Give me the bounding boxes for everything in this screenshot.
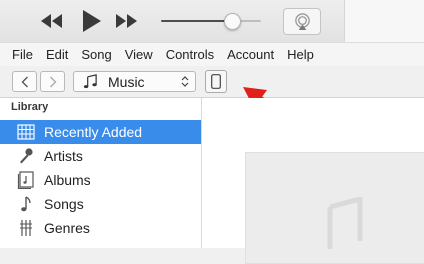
chevron-up-down-icon [181,76,189,87]
device-button[interactable] [205,70,227,93]
volume-slider[interactable] [161,10,261,32]
chevron-right-icon [50,76,57,88]
airplay-button[interactable] [283,8,321,35]
play-icon [83,10,101,32]
sidebar-item-label: Songs [44,196,84,212]
sidebar-item-albums[interactable]: Albums [0,168,201,192]
menu-view[interactable]: View [125,47,153,62]
volume-thumb[interactable] [224,13,241,30]
sidebar-item-recently-added[interactable]: Recently Added [0,120,201,144]
navigation-bar: Music [0,66,424,98]
status-display [344,0,424,42]
media-kind-select[interactable]: Music [73,71,196,92]
sidebar-item-songs[interactable]: Songs [0,192,201,216]
volume-track-filled [161,20,231,22]
sidebar-item-genres[interactable]: Genres [0,216,201,240]
media-kind-label: Music [108,74,145,90]
library-header: Library [11,101,49,113]
airplay-icon [295,13,310,31]
music-note-icon [327,197,363,249]
content-area [202,98,424,264]
menu-bar: File Edit Song View Controls Account Hel… [0,42,424,66]
player-toolbar [0,0,424,42]
menu-help[interactable]: Help [287,47,314,62]
sidebar-item-artists[interactable]: Artists [0,144,201,168]
guitar-icon [20,220,32,236]
fast-forward-icon [116,14,137,28]
forward-button[interactable] [40,71,65,92]
music-note-icon [21,196,31,212]
iphone-icon [211,74,221,89]
next-track-button[interactable] [114,8,140,34]
back-button[interactable] [12,71,37,92]
album-icon [17,171,34,189]
rewind-icon [41,14,62,28]
grid-icon [17,124,35,140]
sidebar-item-label: Artists [44,148,83,164]
play-button[interactable] [77,7,105,35]
album-artwork-placeholder[interactable] [245,152,424,264]
menu-account[interactable]: Account [227,47,274,62]
chevron-left-icon [21,76,28,88]
sidebar-item-label: Albums [44,172,91,188]
sidebar-item-label: Recently Added [44,124,143,140]
microphone-icon [20,148,33,164]
library-sidebar: Library Recently Added Artists Albums So… [0,98,202,248]
menu-song[interactable]: Song [81,47,111,62]
menu-edit[interactable]: Edit [46,47,68,62]
menu-file[interactable]: File [12,47,33,62]
sidebar-item-label: Genres [44,220,90,236]
previous-track-button[interactable] [38,8,64,34]
music-note-icon [83,74,97,89]
menu-controls[interactable]: Controls [166,47,214,62]
